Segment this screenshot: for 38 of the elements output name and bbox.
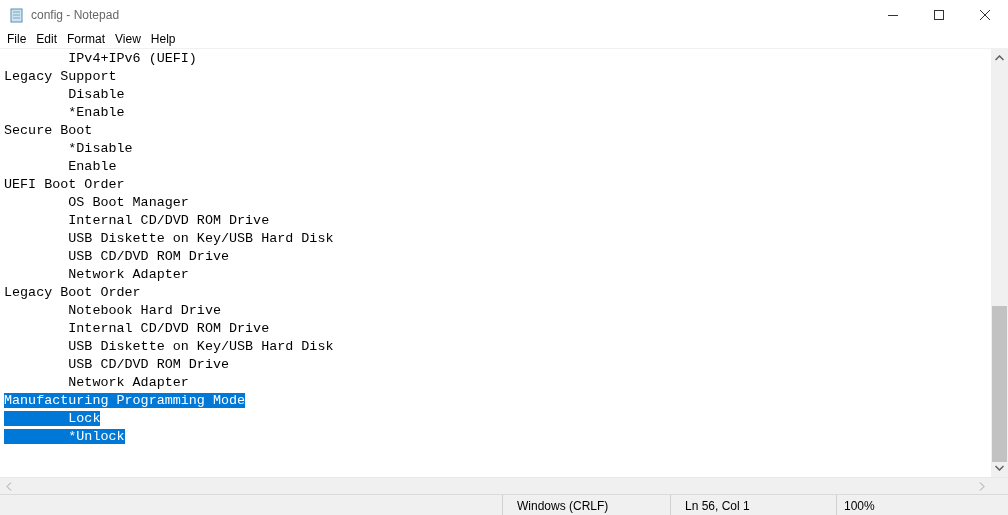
text-line: USB Diskette on Key/USB Hard Disk: [67, 339, 334, 354]
zoom-status: 100%: [836, 495, 1008, 515]
scrollbar-thumb[interactable]: [992, 306, 1007, 462]
text-line: OS Boot Manager: [67, 195, 189, 210]
text-line: Secure Boot: [4, 123, 93, 138]
text-line: Legacy Boot Order: [4, 285, 141, 300]
text-line: Internal CD/DVD ROM Drive: [67, 321, 270, 336]
text-line: IPv4+IPv6 (UEFI): [67, 51, 197, 66]
notepad-icon: [8, 7, 24, 23]
cursor-position-status: Ln 56, Col 1: [670, 495, 836, 515]
horizontal-scrollbar[interactable]: [0, 477, 1008, 494]
menu-item[interactable]: File: [2, 32, 32, 46]
menu-item[interactable]: Format: [62, 32, 111, 46]
text-line: USB CD/DVD ROM Drive: [67, 249, 229, 264]
line-ending-status: Windows (CRLF): [502, 495, 670, 515]
window-title: config - Notepad: [31, 8, 120, 22]
maximize-icon: [934, 10, 944, 20]
vertical-scrollbar[interactable]: [991, 49, 1008, 477]
text-line: Legacy Support: [4, 69, 117, 84]
text-line: Network Adapter: [67, 267, 189, 282]
scroll-right-icon[interactable]: [979, 482, 985, 491]
scroll-down-icon[interactable]: [995, 465, 1004, 471]
scroll-up-icon[interactable]: [995, 55, 1004, 61]
text-line: Disable: [67, 87, 125, 102]
text-line: USB CD/DVD ROM Drive: [67, 357, 229, 372]
text-line: UEFI Boot Order: [4, 177, 125, 192]
scroll-left-icon[interactable]: [6, 482, 12, 491]
text-line: Internal CD/DVD ROM Drive: [67, 213, 270, 228]
menu-item[interactable]: Help: [145, 32, 181, 46]
text-line: Notebook Hard Drive: [67, 303, 221, 318]
text-line: *Disable: [67, 141, 133, 156]
text-line: *Enable: [67, 105, 125, 120]
menu-item[interactable]: View: [110, 32, 146, 46]
menu-item[interactable]: Edit: [31, 32, 63, 46]
text-line: Network Adapter: [67, 375, 189, 390]
text-line: USB Diskette on Key/USB Hard Disk: [67, 231, 334, 246]
close-icon: [980, 10, 990, 20]
text-line: Enable: [67, 159, 117, 174]
